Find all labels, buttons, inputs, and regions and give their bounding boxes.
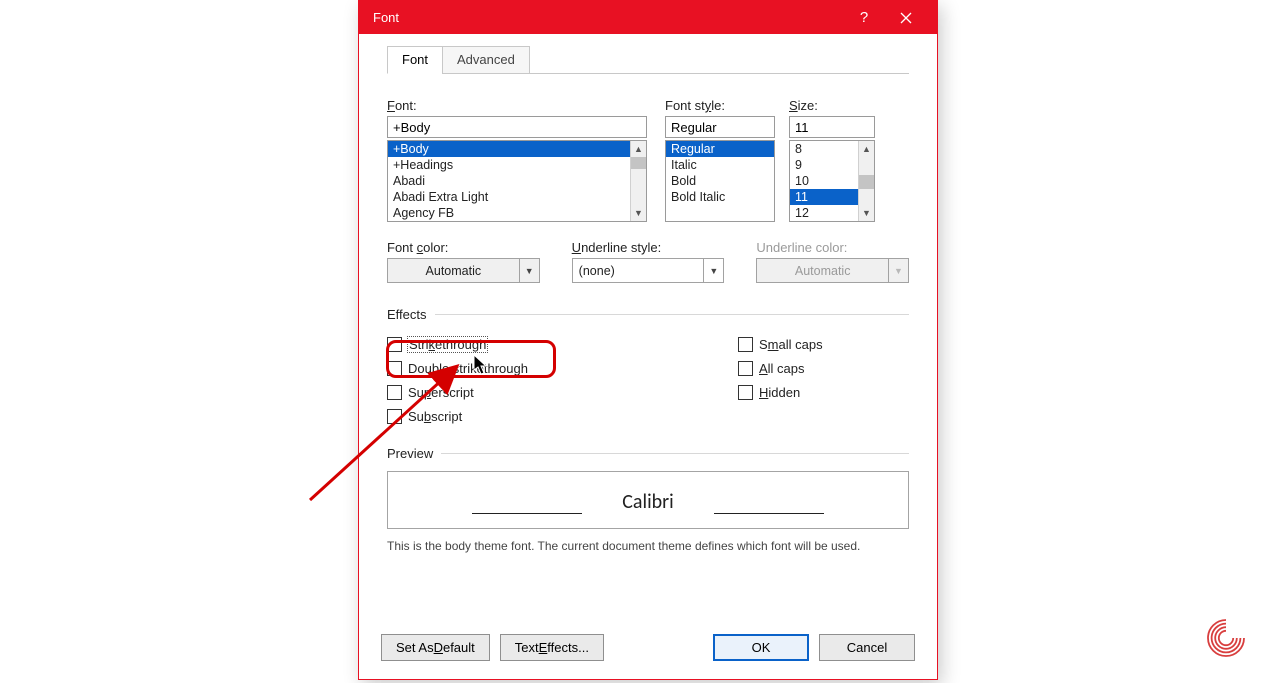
checkbox-box [387, 337, 402, 352]
titlebar: Font ? [359, 1, 937, 34]
list-item[interactable]: Abadi Extra Light [388, 189, 646, 205]
list-item[interactable]: Bold Italic [666, 189, 774, 205]
scroll-up-icon[interactable]: ▲ [631, 141, 646, 157]
double-strikethrough-checkbox[interactable]: Double strikethrough [387, 356, 648, 380]
font-color-label: Font color: [387, 240, 540, 255]
list-item[interactable]: Abadi [388, 173, 646, 189]
checkbox-box [387, 385, 402, 400]
font-label: Font: [387, 98, 647, 113]
strikethrough-checkbox[interactable]: Strikethrough [387, 332, 648, 356]
size-input[interactable] [789, 116, 875, 138]
preview-box: Calibri [387, 471, 909, 529]
scroll-down-icon[interactable]: ▼ [859, 205, 874, 221]
close-button[interactable] [885, 1, 927, 34]
preview-label: Preview [387, 446, 433, 461]
list-item[interactable]: Italic [666, 157, 774, 173]
list-item[interactable]: +Headings [388, 157, 646, 173]
tab-font[interactable]: Font [387, 46, 443, 74]
font-input[interactable] [387, 116, 647, 138]
checkbox-box [738, 385, 753, 400]
checkbox-box [738, 337, 753, 352]
preview-description: This is the body theme font. The current… [387, 539, 909, 553]
dialog-title: Font [373, 10, 843, 25]
checkbox-box [738, 361, 753, 376]
chevron-down-icon: ▼ [888, 259, 908, 282]
size-listbox[interactable]: 8 9 10 11 12 ▲ ▼ [789, 140, 875, 222]
scroll-down-icon[interactable]: ▼ [631, 205, 646, 221]
font-style-label: Font style: [665, 98, 775, 113]
font-color-combo[interactable]: Automatic ▼ [387, 258, 540, 283]
underline-color-combo: Automatic ▼ [756, 258, 909, 283]
hidden-checkbox[interactable]: Hidden [738, 380, 909, 404]
tab-advanced[interactable]: Advanced [442, 46, 530, 74]
cancel-button[interactable]: Cancel [819, 634, 915, 661]
watermark-logo-icon [1199, 611, 1253, 665]
font-style-listbox[interactable]: Regular Italic Bold Bold Italic [665, 140, 775, 222]
scrollbar[interactable]: ▲ ▼ [858, 141, 874, 221]
effects-label: Effects [387, 307, 427, 322]
list-item[interactable]: +Body [388, 141, 646, 157]
font-listbox[interactable]: +Body +Headings Abadi Abadi Extra Light … [387, 140, 647, 222]
close-icon [900, 12, 912, 24]
tab-bar: Font Advanced [387, 46, 909, 74]
size-label: Size: [789, 98, 875, 113]
ok-button[interactable]: OK [713, 634, 809, 661]
text-effects-button[interactable]: Text Effects... [500, 634, 604, 661]
checkbox-box [387, 361, 402, 376]
list-item[interactable]: Regular [666, 141, 774, 157]
list-item[interactable]: Agency FB [388, 205, 646, 221]
font-dialog: Font ? Font Advanced Font: +Body +Headin… [358, 0, 938, 680]
scroll-up-icon[interactable]: ▲ [859, 141, 874, 157]
set-as-default-button[interactable]: Set As Default [381, 634, 490, 661]
chevron-down-icon: ▼ [519, 259, 539, 282]
checkbox-box [387, 409, 402, 424]
preview-text: Calibri [622, 490, 674, 514]
font-style-input[interactable] [665, 116, 775, 138]
underline-style-combo[interactable]: (none) ▼ [572, 258, 725, 283]
subscript-checkbox[interactable]: Subscript [387, 404, 648, 428]
list-item[interactable]: Bold [666, 173, 774, 189]
underline-color-label: Underline color: [756, 240, 909, 255]
all-caps-checkbox[interactable]: All caps [738, 356, 909, 380]
scrollbar[interactable]: ▲ ▼ [630, 141, 646, 221]
superscript-checkbox[interactable]: Superscript [387, 380, 648, 404]
chevron-down-icon: ▼ [703, 259, 723, 282]
underline-style-label: Underline style: [572, 240, 725, 255]
help-button[interactable]: ? [843, 1, 885, 34]
small-caps-checkbox[interactable]: Small caps [738, 332, 909, 356]
